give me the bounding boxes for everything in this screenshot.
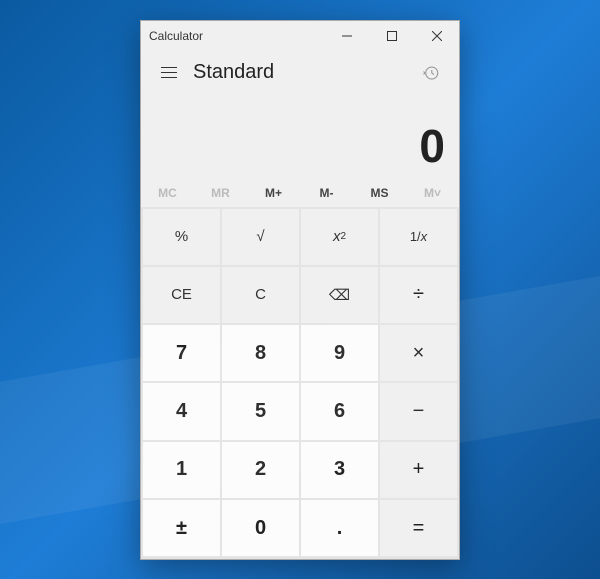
recip-num: 1	[410, 229, 417, 244]
titlebar: Calculator	[141, 21, 459, 51]
memory-row: MC MR M+ M- MS M˅	[141, 179, 459, 207]
window-title: Calculator	[149, 29, 324, 43]
equals-button[interactable]: =	[380, 500, 457, 556]
digit-0-button[interactable]: 0	[222, 500, 299, 556]
clear-entry-button[interactable]: CE	[143, 267, 220, 323]
header: Standard	[141, 51, 459, 95]
negate-button[interactable]: ±	[143, 500, 220, 556]
memory-list-button: M˅	[406, 179, 459, 207]
minimize-button[interactable]	[324, 21, 369, 51]
memory-store-button[interactable]: MS	[353, 179, 406, 207]
display: 0	[141, 95, 459, 179]
close-button[interactable]	[414, 21, 459, 51]
history-icon[interactable]	[413, 55, 449, 91]
square-exp: 2	[340, 231, 346, 242]
maximize-button[interactable]	[369, 21, 414, 51]
mode-label: Standard	[193, 61, 413, 84]
recip-den: x	[421, 229, 428, 244]
menu-icon[interactable]	[151, 55, 187, 91]
sqrt-button[interactable]: √	[222, 209, 299, 265]
memory-clear-button: MC	[141, 179, 194, 207]
memory-recall-button: MR	[194, 179, 247, 207]
backspace-button[interactable]: ⌫	[301, 267, 378, 323]
decimal-button[interactable]: .	[301, 500, 378, 556]
square-base: x	[333, 228, 341, 245]
reciprocal-button[interactable]: 1/x	[380, 209, 457, 265]
display-value: 0	[419, 119, 445, 173]
clear-button[interactable]: C	[222, 267, 299, 323]
memory-subtract-button[interactable]: M-	[300, 179, 353, 207]
square-button[interactable]: x2	[301, 209, 378, 265]
percent-button[interactable]: %	[143, 209, 220, 265]
memory-add-button[interactable]: M+	[247, 179, 300, 207]
